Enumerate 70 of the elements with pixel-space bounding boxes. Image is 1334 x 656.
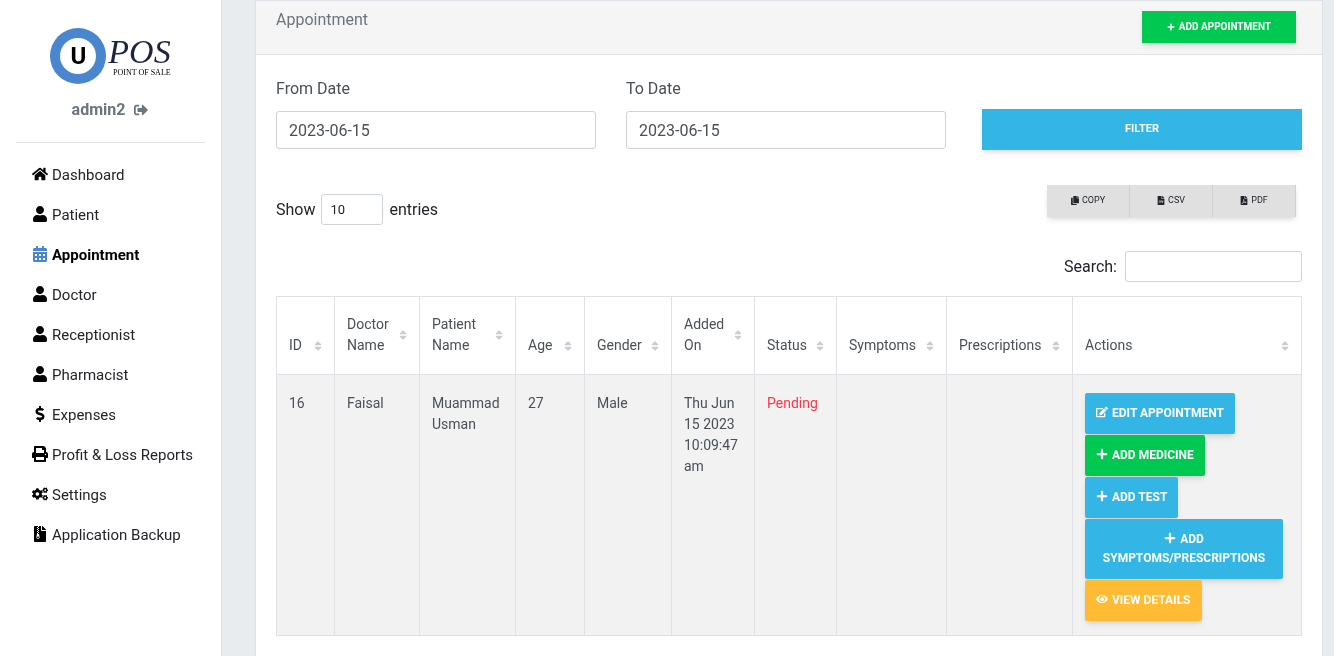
column-header[interactable]: Status	[767, 335, 808, 356]
sort-icon	[314, 339, 322, 352]
user-icon	[32, 206, 48, 222]
copy-icon	[1070, 196, 1079, 205]
logout-icon[interactable]	[133, 103, 150, 117]
plus-icon	[1096, 490, 1108, 502]
sidebar-item[interactable]: Pharmacist	[32, 363, 215, 387]
user-icon	[32, 286, 48, 302]
home-icon	[32, 166, 48, 182]
sidebar-item[interactable]: Expenses	[32, 403, 215, 427]
show-label: Show	[276, 198, 316, 221]
logo-text: POS	[108, 35, 171, 69]
sort-icon	[734, 329, 742, 341]
sort-icon	[1052, 339, 1060, 352]
table-cell: 16	[289, 395, 305, 411]
table-cell: Male	[597, 395, 628, 411]
table-cell: 27	[528, 395, 544, 411]
sidebar-item[interactable]: Appointment	[32, 243, 215, 267]
sidebar-item[interactable]: Settings	[32, 483, 215, 507]
table-cell: Thu Jun 15 2023 10:09:47 am	[684, 395, 738, 474]
sidebar-item[interactable]: Dashboard	[32, 163, 215, 187]
field-label: From Date	[276, 78, 351, 100]
column-header[interactable]: Prescriptions	[959, 335, 1042, 356]
table-cell: Muammad Usman	[432, 395, 500, 432]
entries-label: entries	[389, 198, 439, 221]
csv-file-icon	[1157, 196, 1166, 205]
sort-icon	[651, 339, 659, 352]
field-label: To Date	[626, 78, 682, 100]
sidebar-item[interactable]: Doctor	[32, 283, 215, 307]
printer-icon	[32, 446, 48, 462]
sidebar-item[interactable]: Receptionist	[32, 323, 215, 347]
export-button[interactable]: PDF	[1213, 184, 1296, 217]
sidebar-item[interactable]: Profit & Loss Reports	[32, 443, 215, 467]
edit-icon	[1096, 406, 1108, 418]
logo-tagline: POINT OF SALE	[113, 69, 171, 77]
file-icon	[32, 526, 48, 542]
user-icon	[32, 366, 48, 382]
search-field[interactable]	[1125, 251, 1302, 282]
sidebar-item[interactable]: Patient	[32, 203, 215, 227]
page-title: Appointment	[276, 8, 369, 31]
calendar-icon	[32, 246, 48, 262]
sort-icon	[495, 329, 503, 341]
logo-letter: U	[70, 44, 87, 68]
pdf-file-icon	[1240, 196, 1249, 205]
export-button[interactable]: CSV	[1130, 184, 1213, 217]
sort-icon	[399, 329, 407, 341]
plus-icon	[1096, 448, 1108, 460]
gears-icon	[32, 486, 48, 502]
table-cell: Faisal	[347, 395, 384, 411]
column-header[interactable]: Age	[528, 335, 553, 356]
eye-icon	[1096, 593, 1108, 605]
column-header[interactable]: Gender	[597, 335, 642, 356]
plus-icon	[1164, 532, 1177, 544]
from-date-field[interactable]: 2023-06-15	[276, 111, 596, 149]
sort-icon	[816, 339, 824, 352]
search-label: Search:	[1063, 255, 1117, 278]
column-header[interactable]: Symptoms	[849, 335, 916, 356]
column-header[interactable]: Actions	[1085, 335, 1133, 356]
column-header[interactable]: ID	[289, 335, 302, 356]
sidebar-item[interactable]: Application Backup	[32, 523, 215, 547]
page-size-field[interactable]: 10	[321, 194, 384, 225]
username: admin2	[71, 99, 126, 121]
user-icon	[32, 326, 48, 342]
status-text: Pending	[767, 395, 818, 411]
sort-icon	[1281, 339, 1289, 352]
export-button[interactable]: COPY	[1047, 184, 1130, 217]
sort-icon	[564, 339, 572, 352]
sort-icon	[926, 339, 934, 352]
plus-icon	[1166, 22, 1175, 31]
to-date-field[interactable]: 2023-06-15	[626, 111, 946, 149]
